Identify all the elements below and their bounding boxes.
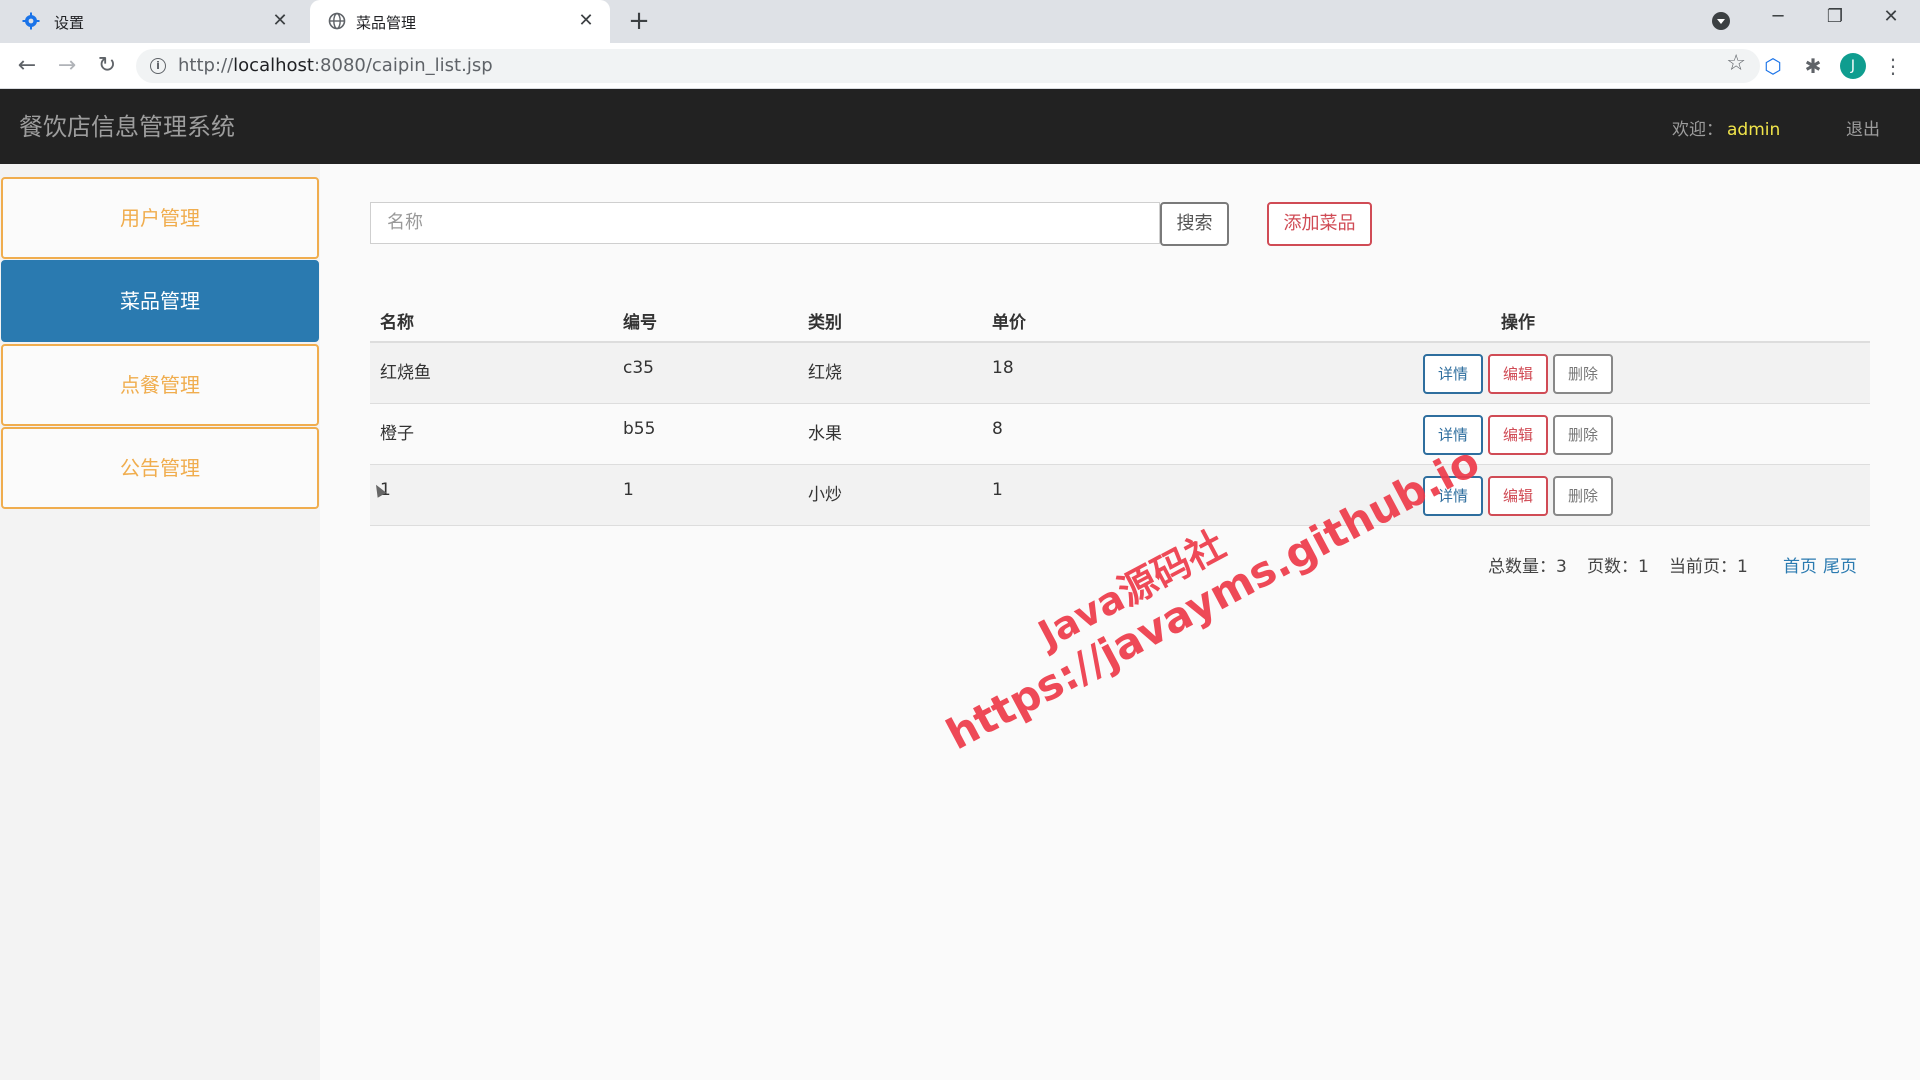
search-input[interactable]: 名称: [370, 202, 1160, 244]
cell-category: 红烧: [808, 363, 842, 383]
sidebar-item-users[interactable]: 用户管理: [1, 177, 319, 259]
edit-button[interactable]: 编辑: [1488, 354, 1548, 394]
sidebar-item-notices[interactable]: 公告管理: [1, 427, 319, 509]
tab-title: 设置: [54, 14, 85, 32]
browser-tab-settings[interactable]: 设置 ✕: [0, 0, 304, 43]
tab-search-icon[interactable]: [1712, 12, 1730, 30]
sidebar: 用户管理 菜品管理 点餐管理 公告管理: [0, 164, 320, 1080]
gear-icon: [22, 12, 40, 30]
restore-icon[interactable]: ❐: [1815, 6, 1855, 27]
app-brand[interactable]: 餐饮店信息管理系统: [19, 107, 235, 142]
new-tab-button[interactable]: +: [624, 6, 654, 36]
detail-button[interactable]: 详情: [1423, 354, 1483, 394]
cell-price: 8: [992, 419, 1003, 439]
dish-table: 名称 编号 类别 单价 操作 红烧鱼 c35 红烧 18 详情 编辑 删除 橙子…: [370, 296, 1870, 526]
kebab-menu-icon[interactable]: ⋮: [1878, 51, 1908, 81]
puzzle-icon[interactable]: ✱: [1798, 51, 1828, 81]
back-icon[interactable]: ←: [12, 51, 42, 81]
table-row: 橙子 b55 水果 8 详情 编辑 删除: [370, 404, 1870, 465]
address-bar[interactable]: i http://localhost:8080/caipin_list.jsp …: [136, 49, 1760, 83]
welcome-text: 欢迎： admin: [1672, 120, 1781, 140]
column-header-price: 单价: [992, 313, 1026, 333]
close-icon[interactable]: ✕: [576, 10, 596, 31]
delete-button[interactable]: 删除: [1553, 476, 1613, 516]
globe-icon: [328, 12, 346, 30]
cell-name: 红烧鱼: [380, 363, 431, 383]
cell-code: 1: [623, 480, 634, 500]
column-header-code: 编号: [623, 313, 657, 333]
table-header: 名称 编号 类别 单价 操作: [370, 296, 1870, 343]
app-header: 餐饮店信息管理系统 欢迎： admin 退出: [0, 89, 1920, 164]
url-text[interactable]: http://localhost:8080/caipin_list.jsp: [178, 55, 493, 76]
info-icon[interactable]: i: [150, 58, 166, 74]
delete-button[interactable]: 删除: [1553, 354, 1613, 394]
cell-name: 橙子: [380, 424, 414, 444]
add-dish-button[interactable]: 添加菜品: [1267, 202, 1372, 246]
table-row: 红烧鱼 c35 红烧 18 详情 编辑 删除: [370, 343, 1870, 404]
delete-button[interactable]: 删除: [1553, 415, 1613, 455]
pager-current: 当前页：1: [1669, 557, 1748, 577]
avatar[interactable]: J: [1840, 53, 1866, 79]
extension-icon[interactable]: ⬡: [1758, 51, 1788, 81]
pager-pages: 页数：1: [1587, 557, 1649, 577]
forward-icon[interactable]: →: [52, 51, 82, 81]
cell-category: 水果: [808, 424, 842, 444]
column-header-actions: 操作: [1501, 313, 1535, 333]
username: admin: [1727, 120, 1781, 140]
window-close-icon[interactable]: ✕: [1871, 6, 1911, 27]
cell-price: 18: [992, 358, 1014, 378]
column-header-category: 类别: [808, 313, 842, 333]
tab-title: 菜品管理: [356, 14, 417, 32]
table-row: 1 1 小炒 1 详情 编辑 删除: [370, 465, 1870, 526]
logout-link[interactable]: 退出: [1846, 115, 1880, 140]
cell-code: c35: [623, 358, 654, 378]
browser-tabstrip: 设置 ✕ 菜品管理 ✕ + ─ ❐ ✕: [0, 0, 1920, 43]
cell-code: b55: [623, 419, 656, 439]
cell-price: 1: [992, 480, 1003, 500]
close-icon[interactable]: ✕: [270, 10, 290, 31]
edit-button[interactable]: 编辑: [1488, 476, 1548, 516]
browser-toolbar: ← → ↻ i http://localhost:8080/caipin_lis…: [0, 43, 1920, 89]
sidebar-item-dishes[interactable]: 菜品管理: [1, 260, 319, 342]
browser-tab-caipin[interactable]: 菜品管理 ✕: [310, 0, 610, 43]
search-button[interactable]: 搜索: [1160, 202, 1229, 246]
edit-button[interactable]: 编辑: [1488, 415, 1548, 455]
sidebar-item-orders[interactable]: 点餐管理: [1, 344, 319, 426]
first-page-link[interactable]: 首页: [1783, 552, 1817, 577]
cell-category: 小炒: [808, 485, 842, 505]
reload-icon[interactable]: ↻: [92, 51, 122, 81]
last-page-link[interactable]: 尾页: [1823, 552, 1857, 577]
pager-total: 总数量：3: [1488, 557, 1567, 577]
minimize-icon[interactable]: ─: [1758, 6, 1798, 27]
column-header-name: 名称: [380, 313, 414, 333]
bookmark-star-icon[interactable]: ☆: [1726, 51, 1746, 76]
